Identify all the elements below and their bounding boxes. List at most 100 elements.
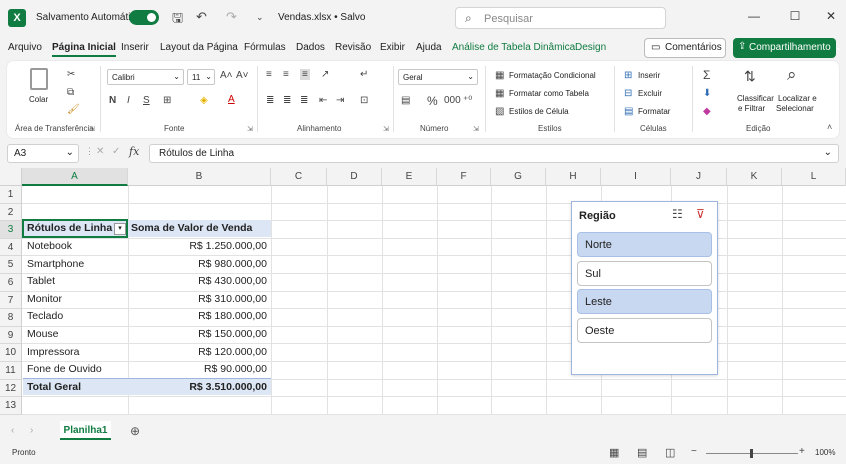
underline-icon[interactable]: S (143, 95, 150, 106)
percent-style-icon[interactable]: % (427, 94, 438, 108)
tab-dados[interactable]: Dados (296, 42, 325, 53)
insert-function-icon[interactable]: fx (129, 145, 139, 158)
row-header-8[interactable]: 8 (0, 309, 22, 327)
row-header-12[interactable]: 12 (0, 379, 22, 398)
row-header-5[interactable]: 5 (0, 256, 22, 274)
align-center-icon[interactable]: ≣ (283, 95, 291, 106)
page-break-view-icon[interactable]: ◫ (665, 446, 675, 459)
pivot-row-label[interactable]: Teclado (27, 308, 63, 325)
cut-icon[interactable]: ✂ (67, 69, 75, 80)
sheet-tab-planilha1[interactable]: Planilha1 (60, 421, 111, 440)
collapse-ribbon-icon[interactable]: ˄ (827, 122, 832, 132)
tab-layout[interactable]: Layout da Página (160, 42, 238, 53)
column-header-b[interactable]: B (128, 168, 271, 186)
sort-filter-label-2[interactable]: e Filtrar (738, 104, 765, 113)
scroll-tabs-right-icon[interactable]: › (30, 425, 33, 436)
sort-filter-icon[interactable]: ⇅ (744, 68, 756, 85)
format-painter-icon[interactable]: 🖌 (67, 104, 80, 115)
find-select-icon[interactable]: ⌕ (787, 65, 797, 85)
format-as-table-button[interactable]: Formatar como Tabela (509, 89, 589, 98)
find-select-label-2[interactable]: Selecionar (776, 104, 814, 113)
comments-button[interactable]: ▭ Comentários (644, 38, 726, 58)
tab-exibir[interactable]: Exibir (380, 42, 405, 53)
pivot-row-value[interactable]: R$ 980.000,00 (131, 256, 267, 273)
align-left-icon[interactable]: ≣ (266, 95, 274, 106)
accounting-format-icon[interactable]: ▤ (401, 95, 410, 106)
pivot-row-value[interactable]: R$ 1.250.000,00 (131, 238, 267, 255)
row-header-10[interactable]: 10 (0, 344, 22, 362)
pivot-row-value[interactable]: R$ 150.000,00 (131, 326, 267, 343)
comma-style-icon[interactable]: 000 (444, 95, 461, 106)
row-header-3[interactable]: 3 (0, 221, 22, 239)
dialog-launcher-icon[interactable]: ⇲ (473, 125, 479, 133)
cell-styles-button[interactable]: Estilos de Célula (509, 107, 569, 116)
pivot-row-label[interactable]: Notebook (27, 238, 72, 255)
search-box[interactable]: ⌕ Pesquisar (455, 7, 666, 29)
column-header-c[interactable]: C (271, 168, 327, 186)
share-button[interactable]: ⇪ Compartilhamento ⌄ (733, 38, 843, 58)
add-sheet-icon[interactable]: ⊕ (130, 424, 140, 438)
sort-filter-label-1[interactable]: Classificar (737, 94, 774, 103)
formula-input[interactable]: Rótulos de Linha ⌄ (149, 144, 839, 163)
increase-decimal-icon[interactable]: ⁺⁰ (463, 95, 472, 106)
column-header-l[interactable]: L (782, 168, 846, 186)
align-middle-icon[interactable]: ≡ (283, 69, 289, 80)
undo-icon[interactable]: ↶ (196, 9, 207, 25)
total-label[interactable]: Total Geral (27, 379, 81, 396)
font-color-icon[interactable]: A (228, 94, 235, 105)
total-value[interactable]: R$ 3.510.000,00 (131, 379, 267, 396)
wrap-text-icon[interactable]: ↵ (360, 69, 368, 80)
region-slicer[interactable] (571, 201, 718, 375)
paste-label[interactable]: Colar (29, 95, 48, 104)
tab-formulas[interactable]: Fórmulas (244, 42, 286, 53)
bold-icon[interactable]: N (109, 95, 116, 106)
tab-ajuda[interactable]: Ajuda (416, 42, 442, 53)
row-header-1[interactable]: 1 (0, 186, 22, 204)
pivot-row-label[interactable]: Fone de Ouvido (27, 361, 102, 378)
customize-quick-access-icon[interactable]: ⌄ (256, 12, 264, 23)
orientation-icon[interactable]: ↗ (321, 69, 329, 80)
multi-select-icon[interactable]: ☷ (672, 207, 683, 221)
maximize-button[interactable]: ☐ (785, 9, 805, 27)
tab-analise-tabela-dinamica[interactable]: Análise de Tabela Dinâmica (452, 42, 575, 53)
redo-icon[interactable]: ↷ (226, 9, 237, 25)
conditional-formatting-button[interactable]: Formatação Condicional (509, 71, 596, 80)
row-header-6[interactable]: 6 (0, 274, 22, 292)
pivot-row-value[interactable]: R$ 180.000,00 (131, 308, 267, 325)
pivot-row-label[interactable]: Impressora (27, 344, 80, 361)
pivot-row-value[interactable]: R$ 310.000,00 (131, 291, 267, 308)
cancel-icon[interactable]: ✕ (96, 146, 104, 157)
zoom-out-icon[interactable]: − (691, 446, 697, 457)
pivot-row-label[interactable]: Tablet (27, 273, 55, 290)
decrease-indent-icon[interactable]: ⇤ (319, 95, 327, 106)
zoom-slider-thumb[interactable] (750, 449, 753, 458)
format-cells-button[interactable]: Formatar (638, 107, 670, 116)
row-labels-filter-button[interactable]: ▾ (114, 223, 126, 235)
normal-view-icon[interactable]: ▦ (609, 446, 619, 459)
row-header-7[interactable]: 7 (0, 291, 22, 310)
page-layout-view-icon[interactable]: ▤ (637, 446, 647, 459)
italic-icon[interactable]: I (127, 95, 130, 106)
pivot-row-label[interactable]: Monitor (27, 291, 62, 308)
enter-icon[interactable]: ✓ (112, 146, 120, 157)
column-header-a[interactable]: A (22, 168, 128, 186)
clear-icon[interactable]: ◆ (703, 106, 711, 117)
pivot-header-value[interactable]: Soma de Valor de Venda (131, 220, 252, 237)
pivot-row-value[interactable]: R$ 90.000,00 (131, 361, 267, 378)
column-header-i[interactable]: I (601, 168, 671, 186)
dialog-launcher-icon[interactable]: ⇲ (383, 125, 389, 133)
slicer-item-leste[interactable]: Leste (577, 289, 712, 315)
copy-icon[interactable]: ⧉ (67, 87, 74, 98)
column-header-g[interactable]: G (491, 168, 546, 186)
file-name[interactable]: Vendas.xlsx • Salvo (278, 12, 365, 23)
expand-formula-bar-icon[interactable]: ⌄ (824, 147, 832, 158)
clear-filter-icon[interactable]: ⊽ (696, 207, 705, 221)
slicer-item-oeste[interactable]: Oeste (577, 318, 712, 344)
tab-revisao[interactable]: Revisão (335, 42, 371, 53)
font-name-select[interactable]: Calibri ⌄ (107, 69, 184, 85)
paste-icon[interactable] (30, 68, 48, 90)
column-header-k[interactable]: K (727, 168, 782, 186)
row-header-9[interactable]: 9 (0, 326, 22, 345)
fill-icon[interactable]: ⬇ (703, 88, 711, 99)
tab-arquivo[interactable]: Arquivo (8, 42, 42, 53)
